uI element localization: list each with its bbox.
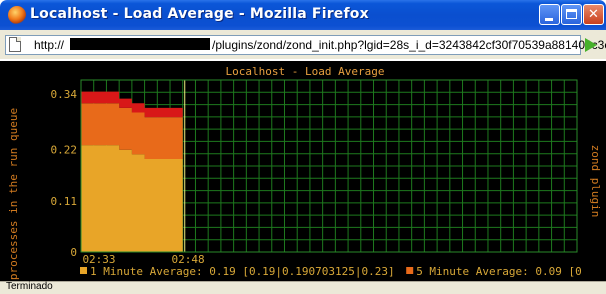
legend-label: 1 Minute Average: 0.19 [0.19|0.190703125… (90, 265, 395, 278)
y-axis-label: processes in the run queue (7, 108, 20, 280)
legend-swatch (406, 267, 414, 274)
close-button[interactable]: ✕ (583, 4, 604, 25)
chart-areas (81, 91, 183, 252)
y-tick-label: 0.22 (51, 144, 78, 157)
status-bar (0, 281, 606, 294)
y-tick-label: 0 (70, 246, 77, 259)
browser-window: Localhost - Load Average - Mozilla Firef… (0, 0, 606, 294)
minimize-icon (545, 18, 553, 21)
maximize-icon (566, 9, 577, 19)
page-icon (9, 37, 21, 52)
legend-label: 5 Minute Average: 0.09 [0 (416, 265, 582, 278)
area-series-1 (81, 145, 183, 252)
y-tick-label: 0.34 (51, 88, 78, 101)
url-path: /plugins/zond/zond_init.php?lgid=28s_i_d… (212, 38, 606, 52)
load-average-chart: 00.110.220.34 02:33 02:48 Localhost - Loa… (0, 61, 606, 281)
page-content: 0 0.11 0.22 0.34 02:33 02:48 Localhost - Loa… (0, 61, 606, 281)
legend-swatch (80, 267, 87, 274)
minimize-button[interactable] (539, 4, 560, 25)
chart-title: Localhost - Load Average (226, 65, 385, 78)
url-prefix: http:// (34, 38, 65, 52)
url-redaction (70, 38, 210, 50)
chart-legend: 1 Minute Average: 0.19 [0.19|0.190703125… (80, 265, 582, 278)
y-tick-label: 0.11 (51, 195, 78, 208)
right-side-label: zond plugin (589, 145, 602, 218)
window-title: Localhost - Load Average - Mozilla Firef… (30, 6, 369, 22)
firefox-icon[interactable] (8, 6, 26, 24)
go-arrow-icon[interactable] (585, 38, 597, 52)
close-icon: ✕ (588, 7, 599, 22)
status-text: Terminado (6, 281, 53, 292)
maximize-button[interactable] (561, 4, 582, 25)
